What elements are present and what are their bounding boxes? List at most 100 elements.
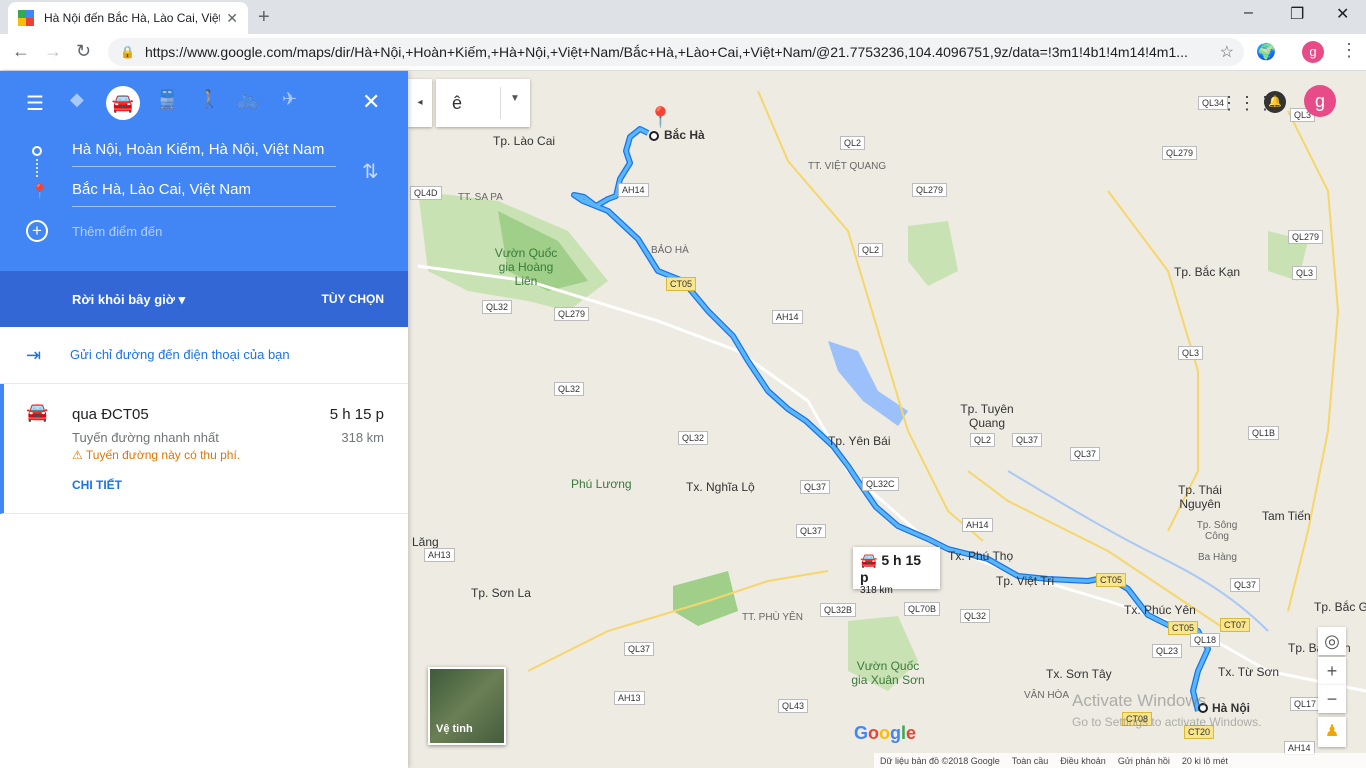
zoom-out-button[interactable]: − xyxy=(1318,685,1346,713)
destination-circle xyxy=(649,131,659,141)
road-shield: QL18 xyxy=(1190,633,1221,647)
address-bar[interactable]: 🔒 https://www.google.com/maps/dir/Hà+Nội… xyxy=(108,38,1244,66)
options-button[interactable]: TÙY CHỌN xyxy=(322,292,384,306)
pegman-icon[interactable]: ♟ xyxy=(1318,717,1346,747)
place-label[interactable]: Tp. Lào Cai xyxy=(493,134,555,148)
place-label[interactable]: Vườn Quốc gia Hoàng Liên xyxy=(492,246,560,288)
walking-mode-icon[interactable]: 🚶 xyxy=(198,89,220,110)
driving-mode-icon[interactable]: 🚘 xyxy=(106,86,140,120)
chevron-down-icon[interactable]: ▼ xyxy=(510,93,520,104)
minimize-icon[interactable]: – xyxy=(1244,4,1253,22)
place-label[interactable]: Tp. Bắc Kạn xyxy=(1174,265,1240,279)
my-location-icon[interactable]: ◎ xyxy=(1318,627,1346,655)
place-label[interactable]: Tx. Phú Thọ xyxy=(948,549,1013,563)
place-label[interactable]: Tp. Bắc Gian xyxy=(1314,600,1366,614)
url-text: https://www.google.com/maps/dir/Hà+Nội,+… xyxy=(144,44,1188,60)
browser-profile-avatar[interactable]: g xyxy=(1302,41,1324,63)
swap-icon[interactable]: ⇅ xyxy=(362,159,379,184)
place-label[interactable]: Vườn Quốc gia Xuân Sơn xyxy=(848,659,928,687)
place-label[interactable]: Lăng xyxy=(412,535,439,549)
browser-tab[interactable]: Hà Nội đến Bắc Hà, Lào Cai, Việt ✕ xyxy=(8,2,248,34)
route-option[interactable]: 🚘 qua ĐCT05 5 h 15 p Tuyến đường nhanh n… xyxy=(0,384,408,514)
place-label[interactable]: Tp. Thái Nguyên xyxy=(1170,483,1230,511)
reload-icon[interactable]: ↻ xyxy=(76,41,91,62)
road-shield: QL32B xyxy=(820,603,857,617)
road-shield: AH14 xyxy=(962,518,993,532)
road-shield: QL32 xyxy=(678,431,709,445)
add-destination-button[interactable]: Thêm điểm đến xyxy=(72,224,336,250)
scale-bar[interactable]: 20 ki lô mét xyxy=(1182,756,1228,766)
destination-marker-icon[interactable]: 📍 xyxy=(648,105,673,130)
cycling-mode-icon[interactable]: 🚲 xyxy=(236,89,258,110)
close-directions-icon[interactable]: ✕ xyxy=(362,89,380,115)
place-label[interactable]: Tp. Việt Trì xyxy=(996,574,1054,588)
transit-mode-icon[interactable]: 🚆 xyxy=(156,89,178,110)
map-canvas[interactable]: 📍 Bắc Hà Hà Nội Tp. Lào Cai TT. SA PA Vư… xyxy=(408,71,1366,768)
lock-icon: 🔒 xyxy=(120,45,135,59)
depart-now-dropdown[interactable]: Rời khỏi bây giờ ▾ xyxy=(72,292,185,308)
send-to-phone-label: Gửi chỉ đường đến điện thoại của bạn xyxy=(70,347,290,362)
place-label[interactable]: Tp. Sơn La xyxy=(471,586,531,600)
route-via: qua ĐCT05 xyxy=(72,406,149,423)
road-shield: QL279 xyxy=(554,307,590,321)
map-footer: Dữ liệu bản đồ ©2018 Google Toàn cầu Điề… xyxy=(874,753,1366,768)
menu-icon[interactable]: ☰ xyxy=(26,91,44,116)
origin-input[interactable]: Hà Nội, Hoàn Kiếm, Hà Nội, Việt Nam xyxy=(72,141,336,167)
satellite-toggle[interactable]: Vệ tinh xyxy=(428,667,506,745)
back-icon[interactable]: ← xyxy=(12,41,30,62)
new-tab-icon[interactable]: + xyxy=(258,6,270,29)
place-label[interactable]: Tp. Sông Công xyxy=(1192,520,1242,542)
place-label[interactable]: Tx. Phúc Yên xyxy=(1124,603,1196,617)
place-label[interactable]: Bắc Hà xyxy=(664,128,705,142)
best-route-icon[interactable]: ◆ xyxy=(70,89,84,110)
global-link[interactable]: Toàn cầu xyxy=(1012,756,1049,766)
google-logo: Google xyxy=(854,723,917,743)
place-label[interactable]: Hà Nội xyxy=(1212,701,1250,715)
destination-input[interactable]: Bắc Hà, Lào Cai, Việt Nam xyxy=(72,181,336,207)
place-label[interactable]: BẢO HÀ xyxy=(651,245,689,256)
flight-mode-icon[interactable]: ✈ xyxy=(282,89,297,110)
place-label[interactable]: Tx. Nghĩa Lộ xyxy=(686,480,755,494)
road-shield: CT07 xyxy=(1220,618,1251,632)
place-label[interactable]: Tx. Từ Sơn xyxy=(1218,665,1279,679)
extension-globe-icon[interactable]: 🌍 xyxy=(1256,42,1276,62)
account-avatar[interactable]: g xyxy=(1304,85,1336,117)
add-destination-icon[interactable]: + xyxy=(26,220,48,242)
place-label[interactable]: Ba Hàng xyxy=(1198,552,1237,563)
zoom-in-button[interactable]: + xyxy=(1318,657,1346,685)
route-time: 5 h 15 p xyxy=(329,406,384,423)
popup-distance: 318 km xyxy=(860,585,893,596)
notifications-bell-icon[interactable]: 🔔 xyxy=(1264,91,1286,113)
feedback-link[interactable]: Gửi phản hồi xyxy=(1118,756,1170,766)
road-shield: QL37 xyxy=(624,642,655,656)
place-label[interactable]: TT. SA PA xyxy=(458,192,503,203)
collapse-panel-button[interactable]: ◂ xyxy=(408,79,432,127)
forward-icon[interactable]: → xyxy=(44,41,62,62)
place-label[interactable]: VÂN HÒA xyxy=(1024,690,1069,701)
road-shield: QL37 xyxy=(800,480,831,494)
place-label[interactable]: Tp. Tuyên Quang xyxy=(952,402,1022,430)
window-close-icon[interactable]: ✕ xyxy=(1336,4,1349,24)
depart-label: Rời khỏi bây giờ xyxy=(72,292,175,307)
terms-link[interactable]: Điều khoản xyxy=(1060,756,1106,766)
place-label[interactable]: TT. VIỆT QUANG xyxy=(808,161,886,172)
restore-icon[interactable]: ❐ xyxy=(1290,4,1304,24)
route-details-link[interactable]: CHI TIẾT xyxy=(72,478,122,492)
route-time-popup[interactable]: 🚘 5 h 15 p 318 km xyxy=(853,547,940,596)
place-label[interactable]: Tx. Sơn Tây xyxy=(1046,667,1112,681)
place-label[interactable]: TT. PHÙ YÊN xyxy=(742,612,803,623)
road-shield: QL3 xyxy=(1292,266,1318,280)
road-shield: QL279 xyxy=(912,183,948,197)
route-connector xyxy=(36,159,38,177)
browser-menu-icon[interactable]: ⋮ xyxy=(1340,40,1358,61)
input-method-control[interactable]: ê ▼ xyxy=(436,79,530,127)
divider xyxy=(500,87,501,119)
road-shield: QL23 xyxy=(1152,644,1183,658)
chevron-down-icon: ▾ xyxy=(178,292,186,307)
place-label[interactable]: Tp. Yên Bái xyxy=(828,434,890,448)
tab-close-icon[interactable]: ✕ xyxy=(226,10,238,27)
send-to-phone-row[interactable]: ⇥ Gửi chỉ đường đến điện thoại của bạn xyxy=(0,327,408,384)
bookmark-star-icon[interactable]: ☆ xyxy=(1220,42,1234,62)
place-label[interactable]: Phú Lương xyxy=(571,477,632,491)
place-label[interactable]: Tam Tiến xyxy=(1262,509,1311,523)
